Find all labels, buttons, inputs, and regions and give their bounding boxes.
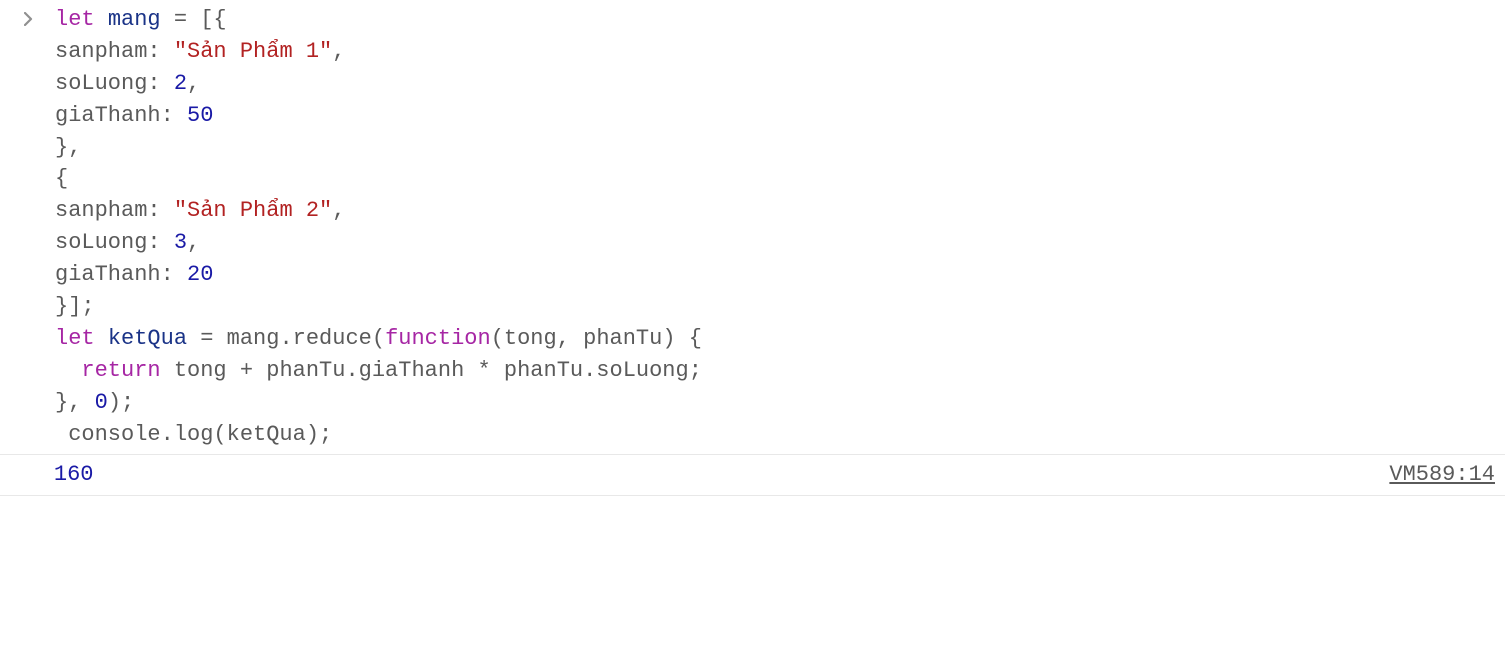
code-token: [95, 7, 108, 32]
console-output-entry: 160 VM589:14: [0, 454, 1505, 496]
code-token: tong + phanTu.giaThanh * phanTu.soLuong;: [161, 358, 702, 383]
code-token: },: [55, 390, 95, 415]
code-token: function: [385, 326, 491, 351]
code-token: }];: [55, 294, 95, 319]
code-token: mang: [108, 7, 161, 32]
code-token: );: [108, 390, 134, 415]
code-token: = [{: [161, 7, 227, 32]
code-token: "Sản Phẩm 2": [174, 198, 332, 223]
code-token: ,: [187, 71, 200, 96]
code-token: (tong, phanTu) {: [491, 326, 702, 351]
console-output-value: 160: [54, 459, 94, 491]
chevron-right-icon: [0, 4, 55, 450]
code-token: soLuong:: [55, 230, 174, 255]
console-code[interactable]: let mang = [{ sanpham: "Sản Phẩm 1", soL…: [55, 4, 1505, 450]
code-token: "Sản Phẩm 1": [174, 39, 332, 64]
code-token: ,: [332, 39, 345, 64]
code-token: = mang.reduce(: [187, 326, 385, 351]
code-token: let: [55, 326, 95, 351]
code-token: sanpham:: [55, 198, 174, 223]
code-token: 20: [187, 262, 213, 287]
code-token: },: [55, 135, 81, 160]
output-gutter: [0, 459, 54, 491]
code-token: giaThanh:: [55, 262, 187, 287]
code-token: sanpham:: [55, 39, 174, 64]
code-token: 2: [174, 71, 187, 96]
code-token: giaThanh:: [55, 103, 187, 128]
code-token: 50: [187, 103, 213, 128]
code-token: [55, 358, 81, 383]
code-token: {: [55, 166, 68, 191]
code-token: ,: [187, 230, 200, 255]
code-token: 0: [95, 390, 108, 415]
code-token: [95, 326, 108, 351]
code-token: ketQua: [108, 326, 187, 351]
console-input-entry[interactable]: let mang = [{ sanpham: "Sản Phẩm 1", soL…: [0, 0, 1505, 454]
code-token: console.log(ketQua);: [55, 422, 332, 447]
code-token: let: [55, 7, 95, 32]
code-token: return: [81, 358, 160, 383]
code-token: 3: [174, 230, 187, 255]
code-token: ,: [332, 198, 345, 223]
source-link[interactable]: VM589:14: [1389, 459, 1495, 491]
code-token: soLuong:: [55, 71, 174, 96]
